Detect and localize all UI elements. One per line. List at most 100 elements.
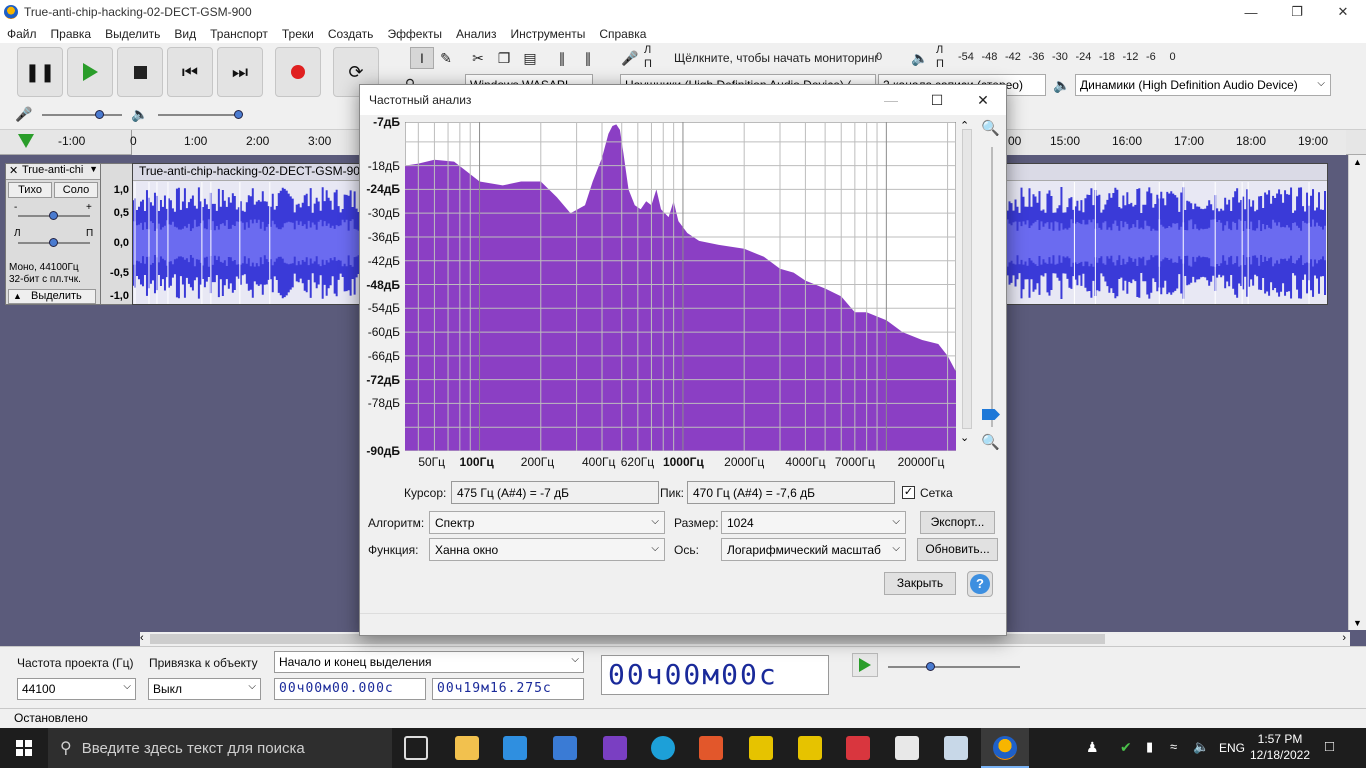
dialog-title-bar[interactable]: Частотный анализ — ☐ ✕ — [360, 85, 1006, 115]
peak-value-field[interactable]: 470 Гц (A#4) = -7,6 дБ — [687, 481, 895, 504]
selection-mode-select[interactable]: Начало и конец выделения ⌵ — [274, 651, 584, 673]
axis-select[interactable]: Логарифмический масштаб ⌵ — [721, 538, 906, 561]
speaker-device-select[interactable]: Динамики (High Definition Audio Device) … — [1075, 74, 1331, 96]
menu-tools[interactable]: Инструменты — [504, 27, 593, 41]
pause-button[interactable]: ❚❚ — [17, 47, 63, 97]
close-button[interactable]: ✕ — [1320, 0, 1366, 24]
plot-vertical-scrollbar[interactable] — [962, 129, 972, 429]
scroll-down-icon[interactable]: ▼ — [1353, 618, 1362, 628]
paste-icon[interactable]: ▤ — [518, 47, 542, 69]
file-explorer-icon[interactable] — [455, 736, 479, 760]
audio-position-display[interactable]: 00ч00м00с — [601, 655, 829, 695]
zoom-slider-handle[interactable] — [982, 409, 1000, 420]
scroll-left-icon[interactable]: ‹ — [140, 632, 144, 644]
zoom-in-icon[interactable]: 🔍 — [981, 119, 1000, 137]
taskbar-search[interactable]: ⚲ Введите здесь текст для поиска — [48, 728, 392, 768]
track-select-button[interactable]: ▲ Выделить — [8, 289, 96, 304]
menu-view[interactable]: Вид — [167, 27, 203, 41]
wifi-icon[interactable]: ≈ — [1170, 739, 1177, 754]
security-icon[interactable]: ✔ — [1120, 739, 1132, 756]
selection-end-time[interactable]: 00ч19м16.275с — [432, 678, 584, 700]
spectrum-chart[interactable] — [405, 122, 956, 451]
stop-button[interactable] — [117, 47, 163, 97]
menu-effects[interactable]: Эффекты — [380, 27, 449, 41]
visual-studio-icon[interactable] — [603, 736, 627, 760]
copy-icon[interactable]: ❐ — [492, 47, 516, 69]
help-button[interactable]: ? — [967, 571, 993, 597]
plot-scroll-down-icon[interactable]: ⌄ — [960, 431, 969, 444]
app-yellow-icon[interactable] — [749, 736, 773, 760]
app-red-dots-icon[interactable] — [846, 736, 870, 760]
track-menu-icon[interactable]: ▼ — [89, 164, 98, 174]
play-speed-slider[interactable] — [926, 662, 935, 671]
snap-select[interactable]: Выкл ⌵ — [148, 678, 261, 700]
scroll-right-icon[interactable]: › — [1342, 632, 1346, 644]
plot-scroll-up-icon[interactable]: ⌃ — [960, 119, 969, 132]
app-window-icon[interactable] — [895, 736, 919, 760]
mute-button[interactable]: Тихо — [8, 182, 52, 198]
draw-tool[interactable]: ✎ — [434, 47, 458, 69]
battery-icon[interactable]: ▮ — [1146, 739, 1153, 755]
close-dialog-button[interactable]: Закрыть — [884, 572, 956, 595]
record-volume-slider[interactable] — [95, 110, 104, 119]
selection-tool[interactable]: I — [410, 47, 434, 69]
audacity-taskbar-button[interactable] — [981, 728, 1029, 768]
volume-icon[interactable]: 🔈 — [1193, 739, 1209, 755]
record-button[interactable] — [275, 47, 321, 97]
start-button[interactable] — [0, 728, 48, 768]
update-button[interactable]: Обновить... — [917, 538, 998, 561]
dialog-maximize-button[interactable]: ☐ — [914, 85, 960, 115]
app-yellow-2-icon[interactable] — [798, 736, 822, 760]
zoom-out-icon[interactable]: 🔍 — [981, 433, 1000, 451]
dialog-minimize-button[interactable]: — — [868, 85, 914, 115]
function-select[interactable]: Ханна окно ⌵ — [429, 538, 665, 561]
silence-icon[interactable]: ∥ — [576, 47, 600, 69]
pan-slider[interactable] — [49, 238, 58, 247]
menu-tracks[interactable]: Треки — [275, 27, 321, 41]
dialog-close-button[interactable]: ✕ — [960, 85, 1006, 115]
skip-end-button[interactable]: ⏭ — [217, 47, 263, 97]
solo-button[interactable]: Соло — [54, 182, 98, 198]
language-indicator[interactable]: ENG — [1219, 741, 1245, 755]
brave-icon[interactable] — [699, 736, 723, 760]
export-button[interactable]: Экспорт... — [920, 511, 995, 534]
skip-start-button[interactable]: ⏮ — [167, 47, 213, 97]
menu-select[interactable]: Выделить — [98, 27, 167, 41]
menu-transport[interactable]: Транспорт — [203, 27, 275, 41]
cursor-value-field[interactable]: 475 Гц (A#4) = -7 дБ — [451, 481, 659, 504]
project-rate-select[interactable]: 44100 ⌵ — [17, 678, 136, 700]
gain-slider[interactable] — [49, 211, 58, 220]
playback-volume-slider[interactable] — [234, 110, 243, 119]
notifications-icon[interactable]: □ — [1325, 738, 1334, 755]
menu-help[interactable]: Справка — [592, 27, 653, 41]
track-close-icon[interactable]: ✕ — [9, 164, 18, 177]
track-name-header[interactable]: ✕ True-anti-chi ▼ — [6, 164, 100, 180]
store-icon[interactable] — [503, 736, 527, 760]
collapse-icon[interactable]: ▲ — [13, 291, 22, 301]
paint-icon[interactable] — [944, 736, 968, 760]
play-head-icon[interactable] — [18, 134, 34, 148]
taskbar-clock[interactable]: 1:57 PM 12/18/2022 — [1248, 731, 1312, 763]
playback-meter-speaker-icon[interactable]: 🔈 — [908, 47, 932, 69]
restore-button[interactable]: ❐ — [1274, 0, 1320, 24]
play-at-speed-button[interactable] — [852, 653, 878, 677]
minimize-button[interactable]: — — [1228, 0, 1274, 24]
people-icon[interactable]: ♟ — [1086, 739, 1099, 756]
trim-icon[interactable]: ∥ — [550, 47, 574, 69]
grid-checkbox[interactable]: ✓ — [902, 486, 915, 499]
size-select[interactable]: 1024 ⌵ — [721, 511, 906, 534]
selection-start-time[interactable]: 00ч00м00.000с — [274, 678, 426, 700]
menu-analyze[interactable]: Анализ — [449, 27, 504, 41]
scroll-up-icon[interactable]: ▲ — [1353, 157, 1362, 167]
task-view-icon[interactable] — [404, 736, 428, 760]
play-button[interactable] — [67, 47, 113, 97]
algorithm-select[interactable]: Спектр ⌵ — [429, 511, 665, 534]
menu-edit[interactable]: Правка — [44, 27, 99, 41]
record-meter-mic-icon[interactable]: 🎤 — [618, 47, 642, 69]
cut-icon[interactable]: ✂ — [466, 47, 490, 69]
menu-generate[interactable]: Создать — [321, 27, 381, 41]
vertical-scrollbar[interactable]: ▲ ▼ — [1348, 155, 1366, 630]
monitor-prompt[interactable]: Щёлкните, чтобы начать мониторинг — [674, 51, 879, 65]
menu-file[interactable]: Файл — [0, 27, 44, 41]
edge-icon[interactable] — [651, 736, 675, 760]
